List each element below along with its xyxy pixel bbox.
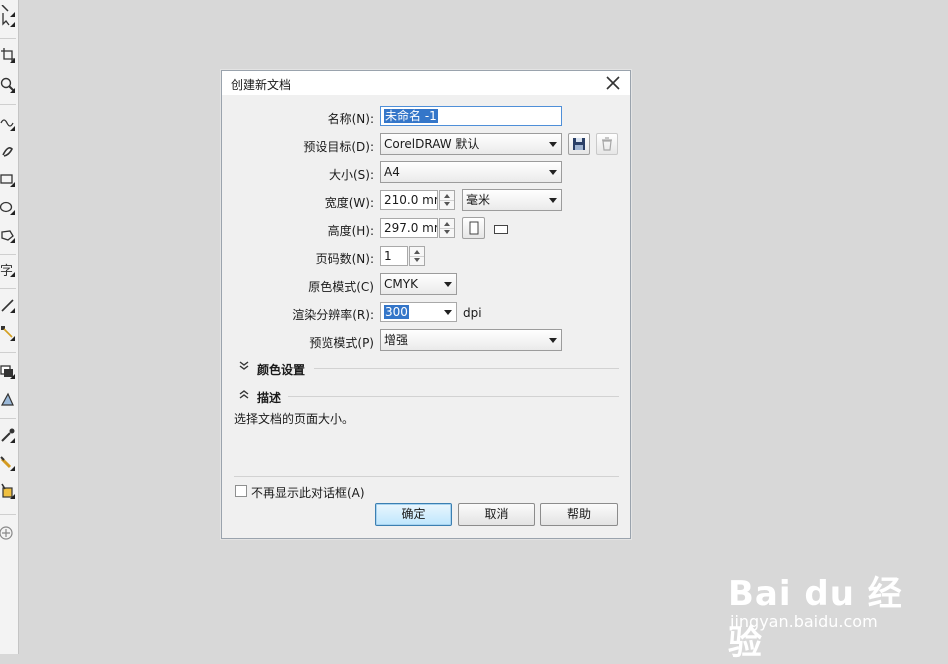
height-spinner[interactable] xyxy=(439,218,455,238)
description-text: 选择文档的页面大小。 xyxy=(234,412,355,426)
unit-dropdown[interactable]: 毫米 xyxy=(462,189,562,211)
transparency-tool-icon[interactable] xyxy=(0,390,16,408)
baidu-jingyan-watermark: Bai du 经验 jingyan.baidu.com xyxy=(728,560,928,663)
shape-tool-icon[interactable] xyxy=(0,10,16,28)
toolbox: 字 xyxy=(0,0,19,654)
outline-pen-icon[interactable] xyxy=(0,454,16,472)
resolution-value: 300 xyxy=(384,305,409,319)
trash-icon xyxy=(602,137,612,151)
dont-show-label: 不再显示此对话框(A) xyxy=(251,486,365,500)
connector-tool-icon[interactable] xyxy=(0,324,16,342)
color-settings-header[interactable]: 颜色设置 xyxy=(257,361,305,378)
unit-value: 毫米 xyxy=(466,193,491,207)
color-mode-dropdown[interactable]: CMYK xyxy=(380,273,457,295)
landscape-orientation-button[interactable] xyxy=(494,224,508,234)
pages-label: 页码数(N): xyxy=(315,252,374,266)
dont-show-checkbox[interactable] xyxy=(235,485,247,497)
portrait-orientation-button[interactable] xyxy=(462,217,485,239)
collapse-chevron-icon[interactable] xyxy=(239,389,249,402)
drop-shadow-tool-icon[interactable] xyxy=(0,362,16,380)
rectangle-tool-icon[interactable] xyxy=(0,170,16,188)
color-mode-label: 原色模式(C) xyxy=(308,280,374,294)
add-tool-icon[interactable] xyxy=(0,524,16,542)
width-spinner[interactable] xyxy=(439,190,455,210)
dialog-body: 名称(N): 未命名 -1 预设目标(D): CorelDRAW 默认 大小(S… xyxy=(222,95,630,538)
pages-input[interactable]: 1 xyxy=(380,246,408,266)
portrait-icon xyxy=(469,221,478,235)
resolution-label: 渲染分辨率(R): xyxy=(292,308,374,322)
color-mode-value: CMYK xyxy=(384,277,418,291)
create-new-document-dialog: 创建新文档 名称(N): 未命名 -1 预设目标(D): CorelDRAW 默… xyxy=(221,70,631,539)
name-input-value: 未命名 -1 xyxy=(384,109,438,123)
height-input[interactable]: 297.0 mm xyxy=(380,218,438,238)
preset-label: 预设目标(D): xyxy=(303,140,374,154)
artistic-media-icon[interactable] xyxy=(0,142,16,160)
width-input[interactable]: 210.0 mm xyxy=(380,190,438,210)
ellipse-tool-icon[interactable] xyxy=(0,198,16,216)
expand-chevron-icon[interactable] xyxy=(239,361,249,374)
dimension-tool-icon[interactable] xyxy=(0,296,16,314)
name-input[interactable]: 未命名 -1 xyxy=(380,106,562,126)
fill-tool-icon[interactable] xyxy=(0,482,16,500)
resolution-unit: dpi xyxy=(463,306,482,320)
dialog-titlebar[interactable]: 创建新文档 xyxy=(222,71,630,95)
polygon-tool-icon[interactable] xyxy=(0,226,16,244)
cancel-button[interactable]: 取消 xyxy=(458,503,535,526)
close-icon[interactable] xyxy=(602,72,624,94)
crop-tool-icon[interactable] xyxy=(0,46,16,64)
save-preset-button[interactable] xyxy=(568,133,590,155)
preset-value: CorelDRAW 默认 xyxy=(384,137,480,151)
eyedropper-tool-icon[interactable] xyxy=(0,426,16,444)
size-dropdown[interactable]: A4 xyxy=(380,161,562,183)
dialog-title: 创建新文档 xyxy=(231,78,292,92)
delete-preset-button[interactable] xyxy=(596,133,618,155)
zoom-tool-icon[interactable] xyxy=(0,76,16,94)
description-header[interactable]: 描述 xyxy=(257,389,281,406)
help-button[interactable]: 帮助 xyxy=(540,503,618,526)
size-label: 大小(S): xyxy=(328,168,374,182)
text-tool-icon[interactable]: 字 xyxy=(0,260,16,278)
preview-mode-label: 预览模式(P) xyxy=(309,336,374,350)
ok-button[interactable]: 确定 xyxy=(375,503,452,526)
landscape-icon xyxy=(494,225,508,234)
save-icon xyxy=(573,138,585,150)
footer-divider xyxy=(234,476,619,477)
width-value: 210.0 mm xyxy=(384,193,437,207)
width-label: 宽度(W): xyxy=(324,196,374,210)
pages-value: 1 xyxy=(384,249,392,263)
preset-dropdown[interactable]: CorelDRAW 默认 xyxy=(380,133,562,155)
height-label: 高度(H): xyxy=(327,224,374,238)
size-value: A4 xyxy=(384,165,400,179)
name-label: 名称(N): xyxy=(327,112,374,126)
section-divider xyxy=(314,368,619,369)
preview-mode-value: 增强 xyxy=(384,333,409,347)
freehand-tool-icon[interactable] xyxy=(0,114,16,132)
pages-spinner[interactable] xyxy=(409,246,425,266)
section-divider xyxy=(288,396,619,397)
height-value: 297.0 mm xyxy=(384,221,437,235)
watermark-url: jingyan.baidu.com xyxy=(730,612,878,631)
resolution-combo[interactable]: 300 xyxy=(380,302,457,322)
preview-mode-dropdown[interactable]: 增强 xyxy=(380,329,562,351)
